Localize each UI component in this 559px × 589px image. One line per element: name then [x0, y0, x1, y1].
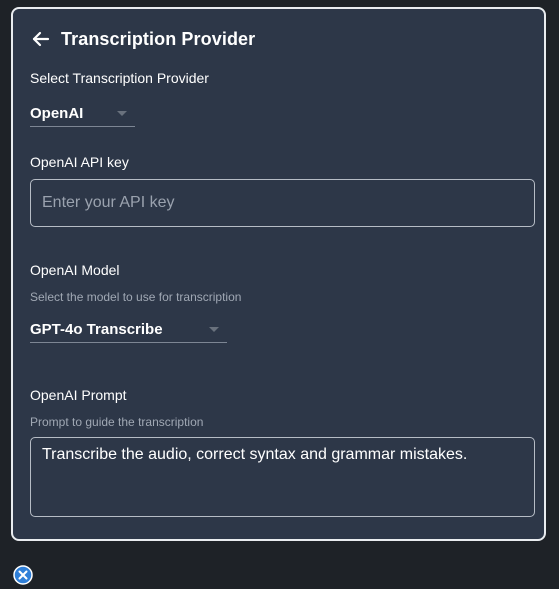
- provider-label: Select Transcription Provider: [30, 70, 209, 86]
- chevron-down-icon: [117, 111, 127, 116]
- transcription-provider-panel: Transcription Provider Select Transcript…: [11, 7, 546, 541]
- page-title: Transcription Provider: [61, 28, 256, 49]
- panel-header: Transcription Provider: [31, 27, 255, 51]
- model-description: Select the model to use for transcriptio…: [30, 290, 242, 304]
- prompt-label: OpenAI Prompt: [30, 387, 127, 403]
- api-key-label: OpenAI API key: [30, 154, 129, 170]
- arrow-left-icon[interactable]: [31, 29, 51, 49]
- provider-select-value: OpenAI: [30, 105, 84, 122]
- close-circle-icon[interactable]: [13, 565, 33, 585]
- provider-select[interactable]: OpenAI: [30, 101, 135, 127]
- model-select-value: GPT-4o Transcribe: [30, 321, 163, 338]
- chevron-down-icon: [209, 327, 219, 332]
- model-label: OpenAI Model: [30, 262, 120, 278]
- api-key-input[interactable]: [30, 179, 535, 227]
- prompt-description: Prompt to guide the transcription: [30, 415, 204, 429]
- model-select[interactable]: GPT-4o Transcribe: [30, 317, 227, 343]
- prompt-textarea[interactable]: Transcribe the audio, correct syntax and…: [30, 437, 535, 517]
